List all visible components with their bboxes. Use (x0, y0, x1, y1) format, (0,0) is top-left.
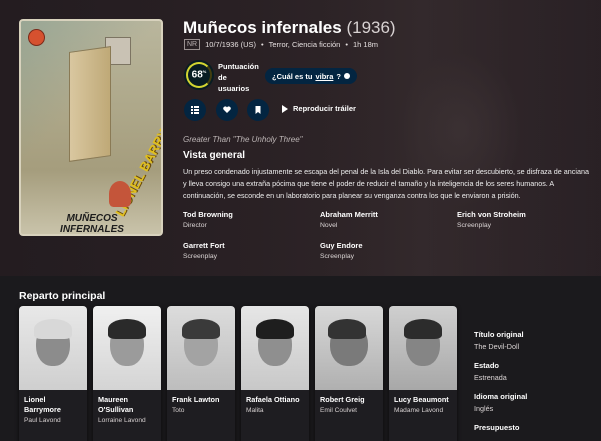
overview-heading: Vista general (183, 150, 246, 161)
cast-name[interactable]: Lionel Barrymore (19, 390, 87, 415)
release-date: 10/7/1936 (US) (205, 40, 256, 49)
cast-role: Toto (172, 407, 185, 414)
cast-photo[interactable] (315, 306, 383, 390)
heart-icon (223, 106, 231, 113)
cast-card[interactable]: Rafaela Ottiano Malita (241, 306, 309, 441)
movie-poster[interactable]: LIONEL BARRYMORE MUÑECOS INFERNALES (19, 19, 163, 236)
studio-logo (28, 29, 45, 46)
page-title: Muñecos infernales (1936) (183, 18, 396, 38)
cast-role: Lorraine Lavond (98, 417, 146, 424)
crew-item: Tod Browning Director (183, 210, 303, 229)
play-icon (282, 104, 288, 113)
fact-original-title: Título original The Devil-Doll (474, 330, 524, 351)
user-score-value: 68% (191, 69, 207, 81)
info-icon (343, 73, 350, 79)
crew-item: Garrett Fort Screenplay (183, 241, 303, 260)
lower-section: Reparto principal Lionel Barrymore Paul … (0, 276, 601, 441)
cast-role: Emil Coulvet (320, 407, 358, 414)
cast-card[interactable]: Maureen O'Sullivan Lorraine Lavond (93, 306, 161, 441)
crew-name[interactable]: Erich von Stroheim (457, 210, 577, 219)
cast-card[interactable]: Frank Lawton Toto (167, 306, 235, 441)
cast-role: Malita (246, 407, 264, 414)
cast-photo[interactable] (19, 306, 87, 390)
movie-title[interactable]: Muñecos infernales (183, 18, 342, 37)
movie-year: (1936) (346, 18, 396, 37)
cast-role: Madame Lavond (394, 407, 444, 414)
cast-name[interactable]: Maureen O'Sullivan (93, 390, 161, 415)
cast-photo[interactable] (93, 306, 161, 390)
crew-role: Screenplay (457, 222, 492, 229)
poster-caption: MUÑECOS INFERNALES (60, 213, 124, 235)
user-score-chart: 68% (184, 60, 214, 90)
crew-name[interactable]: Tod Browning (183, 210, 303, 219)
crew-name[interactable]: Abraham Merritt (320, 210, 440, 219)
crew-item: Erich von Stroheim Screenplay (457, 210, 577, 229)
cast-heading: Reparto principal (19, 290, 106, 302)
fact-status: Estado Estrenada (474, 361, 507, 382)
tagline: Greater Than "The Unholy Three" (183, 135, 303, 144)
crew-role: Novel (320, 222, 338, 229)
facts-sidebar: Título original The Devil-Doll Estado Es… (474, 330, 594, 441)
fact-budget: Presupuesto (474, 423, 520, 432)
favorite-button[interactable] (216, 99, 238, 121)
runtime: 1h 18m (352, 40, 379, 49)
cast-photo[interactable] (167, 306, 235, 390)
list-icon (191, 106, 199, 114)
watchlist-button[interactable] (247, 99, 269, 121)
cast-card[interactable]: Lucy Beaumont Madame Lavond (389, 306, 457, 441)
certification-badge: NR (184, 39, 201, 50)
cast-name[interactable]: Robert Greig (315, 390, 383, 405)
crew-name[interactable]: Guy Endore (320, 241, 440, 250)
vibe-button[interactable]: ¿Cuál es tu vibra? (265, 68, 357, 84)
crew-item: Abraham Merritt Novel (320, 210, 440, 229)
cast-name[interactable]: Frank Lawton (167, 390, 235, 405)
bookmark-icon (255, 106, 261, 114)
cast-card[interactable]: Robert Greig Emil Coulvet (315, 306, 383, 441)
cast-role: Paul Lavond (24, 417, 61, 424)
user-score-label: Puntuación de usuarios (218, 62, 259, 93)
crew-item: Guy Endore Screenplay (320, 241, 440, 260)
crew-role: Screenplay (320, 253, 355, 260)
cast-card[interactable]: Lionel Barrymore Paul Lavond (19, 306, 87, 441)
cast-name[interactable]: Lucy Beaumont (389, 390, 457, 405)
crew-role: Director (183, 222, 207, 229)
cast-photo[interactable] (389, 306, 457, 390)
cast-name[interactable]: Rafaela Ottiano (241, 390, 309, 405)
cast-photo[interactable] (241, 306, 309, 390)
crew-name[interactable]: Garrett Fort (183, 241, 303, 250)
genres[interactable]: Terror, Ciencia ficción (269, 40, 341, 49)
add-to-list-button[interactable] (184, 99, 206, 121)
overview-text: Un preso condenado injustamente se escap… (183, 167, 589, 200)
movie-facts: NR 10/7/1936 (US) • Terror, Ciencia ficc… (184, 39, 378, 50)
fact-original-language: Idioma original Inglés (474, 392, 528, 413)
crew-role: Screenplay (183, 253, 218, 260)
play-trailer-button[interactable]: Reproducir tráiler (282, 104, 356, 113)
